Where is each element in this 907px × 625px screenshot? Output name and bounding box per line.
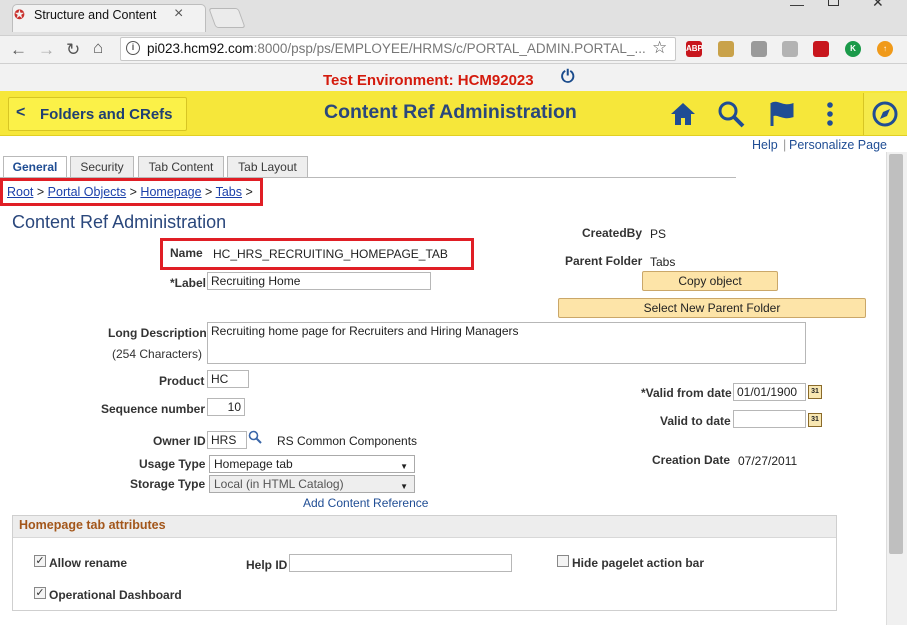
storage-type-label: Storage Type — [130, 477, 206, 491]
back-button-label: Folders and CRefs — [40, 106, 173, 123]
sequence-label: Sequence number — [101, 402, 206, 416]
page-links: Help | Personalize Page — [0, 138, 907, 154]
link-separator: | — [783, 138, 787, 152]
close-tab-icon[interactable]: × — [174, 5, 183, 23]
reload-icon[interactable]: ↻ — [66, 40, 80, 60]
tab-general[interactable]: General — [3, 156, 67, 179]
owner-id-input[interactable]: HRS — [207, 431, 247, 449]
browser-tab-title: Structure and Content — [34, 8, 157, 22]
label-label: *Label — [170, 276, 207, 290]
search-icon[interactable] — [716, 99, 746, 129]
dropdown-arrow-icon: ▼ — [400, 462, 408, 471]
long-description-hint: (254 Characters) — [112, 347, 203, 361]
environment-label: Test Environment: HCM92023 — [323, 72, 534, 89]
breadcrumb-homepage[interactable]: Homepage — [140, 185, 201, 199]
tab-tab-layout[interactable]: Tab Layout — [227, 156, 308, 178]
section-title: Content Ref Administration — [12, 212, 227, 232]
calendar-icon[interactable]: 31 — [808, 413, 822, 427]
parent-folder-value: Tabs — [650, 255, 676, 269]
valid-from-label: *Valid from date — [641, 386, 732, 400]
more-options-icon[interactable] — [815, 99, 845, 129]
minimize-icon[interactable]: — — [790, 0, 804, 12]
dropdown-arrow-icon: ▼ — [400, 482, 408, 491]
flag-icon[interactable] — [766, 99, 796, 129]
cube-icon[interactable] — [751, 41, 767, 57]
operational-dashboard-label: Operational Dashboard — [49, 588, 182, 602]
compass-icon — [872, 101, 898, 127]
bookmark-star-icon[interactable]: ☆ — [652, 38, 667, 58]
help-id-label: Help ID — [246, 558, 288, 572]
tab-tab-content[interactable]: Tab Content — [138, 156, 224, 178]
group-title: Homepage tab attributes — [19, 518, 166, 532]
allow-rename-checkbox[interactable]: ✓ — [34, 555, 46, 567]
info-icon[interactable]: i — [126, 41, 140, 55]
personalize-page-link[interactable]: Personalize Page — [789, 138, 887, 152]
valid-from-input[interactable]: 01/01/1900 — [733, 383, 806, 401]
cookie-icon[interactable] — [718, 41, 734, 57]
adblock-icon[interactable]: ABP — [686, 41, 703, 57]
help-link[interactable]: Help — [752, 138, 778, 152]
forward-arrow-icon[interactable]: → — [38, 40, 55, 60]
page-title: Content Ref Administration — [324, 101, 577, 123]
valid-to-input[interactable] — [733, 410, 806, 428]
favicon-icon: ✪ — [14, 7, 25, 22]
back-arrow-icon[interactable]: ← — [10, 40, 27, 60]
maximize-icon[interactable] — [828, 0, 839, 6]
window-close-icon[interactable]: ✕ — [872, 0, 884, 11]
usage-type-select[interactable]: Homepage tab ▼ — [209, 455, 415, 473]
upload-icon[interactable]: ↑ — [877, 41, 893, 57]
creation-date-value: 07/27/2011 — [738, 454, 798, 468]
long-description-label: Long Description — [108, 326, 207, 340]
home-icon[interactable] — [668, 99, 698, 129]
tab-security[interactable]: Security — [70, 156, 134, 178]
product-input[interactable]: HC — [207, 370, 249, 388]
calendar-icon[interactable]: 31 — [808, 385, 822, 399]
name-value: HC_HRS_RECRUITING_HOMEPAGE_TAB — [213, 247, 448, 261]
breadcrumb: Root > Portal Objects > Homepage > Tabs … — [7, 185, 253, 199]
url-text[interactable]: pi023.hcm92.com:8000/psp/ps/EMPLOYEE/HRM… — [147, 41, 646, 56]
hide-pagelet-checkbox[interactable] — [557, 555, 569, 567]
scrollbar-thumb[interactable] — [889, 154, 903, 554]
select-new-parent-folder-button[interactable]: Select New Parent Folder — [558, 298, 866, 318]
bookmark-red-icon[interactable] — [813, 41, 829, 57]
createdby-label: CreatedBy — [582, 226, 643, 240]
breadcrumb-portal-objects[interactable]: Portal Objects — [48, 185, 127, 199]
allow-rename-label: Allow rename — [49, 556, 128, 570]
product-label: Product — [159, 374, 205, 388]
owner-description: RS Common Components — [277, 434, 418, 448]
parent-folder-label: Parent Folder — [565, 254, 643, 268]
sequence-input[interactable]: 10 — [207, 398, 245, 416]
add-content-reference-link[interactable]: Add Content Reference — [303, 496, 428, 510]
storage-type-select[interactable]: Local (in HTML Catalog) ▼ — [209, 475, 415, 493]
k-icon[interactable]: K — [845, 41, 861, 57]
label-input[interactable]: Recruiting Home — [207, 272, 431, 290]
name-label: Name — [170, 246, 203, 260]
home-outline-icon[interactable]: ⌂ — [93, 38, 103, 58]
help-id-input[interactable] — [289, 554, 512, 572]
breadcrumb-root[interactable]: Root — [7, 185, 33, 199]
hide-pagelet-label: Hide pagelet action bar — [572, 556, 705, 570]
breadcrumb-tabs[interactable]: Tabs — [216, 185, 242, 199]
operational-dashboard-checkbox[interactable]: ✓ — [34, 587, 46, 599]
usage-type-label: Usage Type — [139, 457, 206, 471]
chevron-left-icon: < — [16, 104, 26, 121]
valid-to-label: Valid to date — [660, 414, 731, 428]
owner-id-label: Owner ID — [153, 434, 206, 448]
power-icon[interactable]: ⏻ — [561, 67, 574, 87]
creation-date-label: Creation Date — [652, 453, 731, 467]
createdby-value: PS — [650, 227, 667, 241]
owner-lookup-icon[interactable] — [248, 430, 262, 444]
pdf-icon[interactable] — [782, 41, 798, 57]
copy-object-button[interactable]: Copy object — [642, 271, 778, 291]
long-description-input[interactable]: Recruiting home page for Recruiters and … — [207, 322, 806, 364]
